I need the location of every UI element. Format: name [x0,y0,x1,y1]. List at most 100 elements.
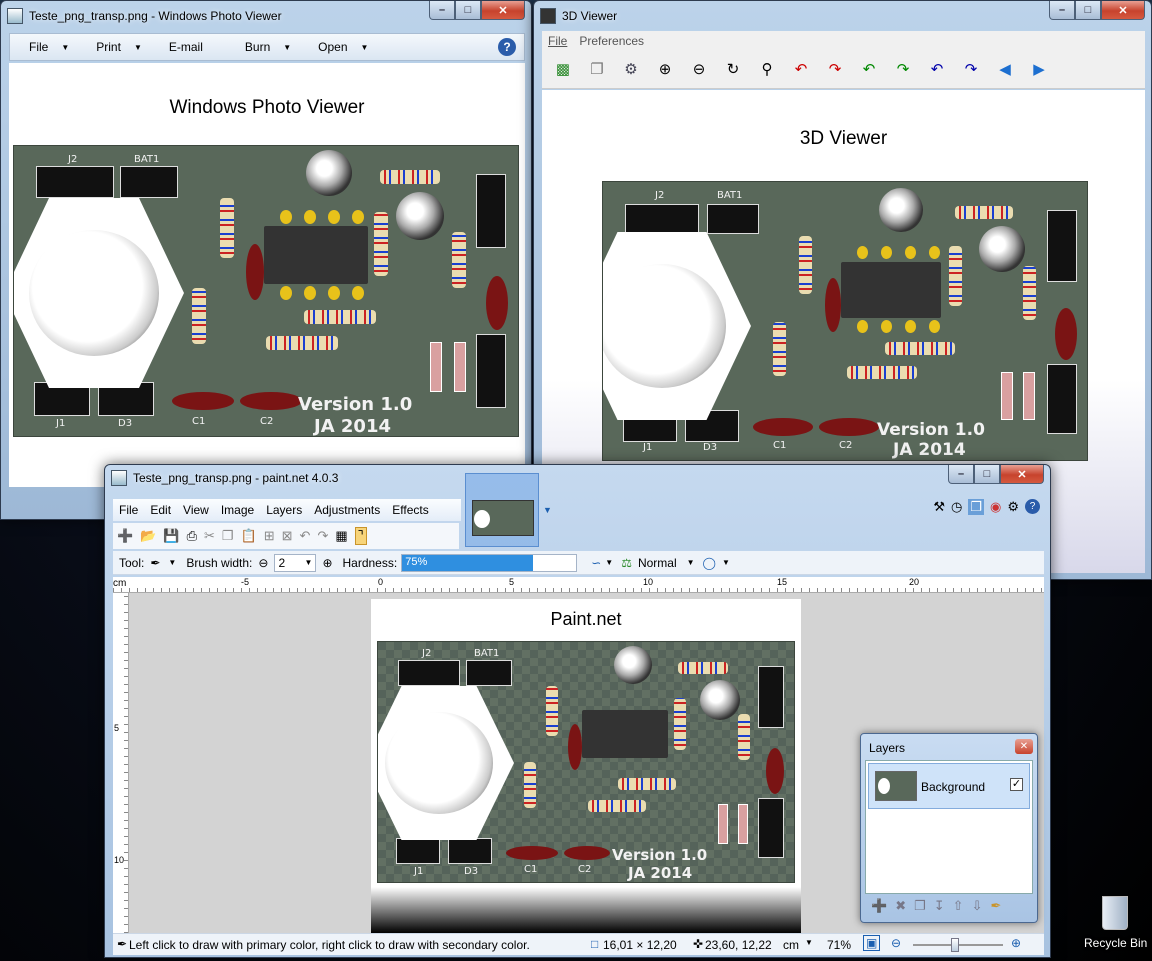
help-icon[interactable]: ? [498,38,516,56]
layer-row[interactable]: Background ✓ [868,763,1030,809]
deselect-icon[interactable]: ⊠ [282,528,293,544]
close-button[interactable]: ✕ [1015,739,1033,754]
redo-icon[interactable]: ↷ [317,528,328,544]
rotate-x-icon[interactable]: ↶ [789,59,813,81]
grid-icon[interactable]: ▦ [335,528,347,544]
decrement-icon[interactable]: ⊖ [258,556,268,570]
open-file-icon[interactable]: 📂 [140,528,156,544]
viewer3d-titlebar[interactable]: 3D Viewer – □ ✕ [534,1,1151,31]
increment-icon[interactable]: ⊕ [322,556,332,570]
zoom-out-icon[interactable]: ⊖ [687,59,711,81]
rotate-z-reverse-icon[interactable]: ↷ [959,59,983,81]
copy-icon[interactable]: ❐ [585,59,609,81]
zoom-slider-thumb[interactable] [951,938,959,952]
new-file-icon[interactable]: ➕ [117,528,133,544]
hardness-slider[interactable]: 75% [401,553,578,572]
v3d-menu-file[interactable]: File [542,34,573,48]
move-layer-up-icon[interactable]: ⇧ [953,898,964,914]
wpv-menu-email[interactable]: E-mail [156,40,216,54]
chevron-down-icon[interactable]: ▼ [605,558,613,567]
recycle-bin[interactable]: Recycle Bin [1080,894,1150,954]
tools-icon[interactable]: ⚒ [933,499,945,515]
close-button[interactable]: ✕ [481,1,525,20]
copy-icon[interactable]: ❐ [222,528,234,544]
colors-icon[interactable]: ◉ [990,499,1001,515]
refresh-icon[interactable]: ↻ [721,59,745,81]
rotate-x-reverse-icon[interactable]: ↷ [823,59,847,81]
zoom-in-icon[interactable]: ⊕ [653,59,677,81]
crop-icon[interactable]: ⊞ [264,528,275,544]
close-button[interactable]: ✕ [1101,1,1145,20]
rotate-z-icon[interactable]: ↶ [925,59,949,81]
close-button[interactable]: ✕ [1000,465,1044,484]
move-layer-down-icon[interactable]: ⇩ [972,898,983,914]
history-icon[interactable]: ◷ [951,499,962,515]
selection-mode-icon[interactable]: ◯ [703,556,716,570]
layers-icon[interactable]: ❐ [968,499,984,515]
zoom-out-icon[interactable]: ⊖ [891,936,901,950]
pdn-menu-effects[interactable]: Effects [386,503,434,517]
minimize-button[interactable]: – [948,465,974,484]
arrow-right-icon[interactable]: ▶ [1027,59,1051,81]
brush-width-field[interactable]: 2 ▼ [274,553,317,572]
rotate-y-reverse-icon[interactable]: ↷ [891,59,915,81]
wpv-menu-file[interactable]: File [16,40,61,54]
paintnet-titlebar[interactable]: Teste_png_transp.png - paint.net 4.0.3 –… [105,465,1050,491]
maximize-button[interactable]: □ [455,1,481,20]
minimize-button[interactable]: – [429,1,455,20]
merge-layer-down-icon[interactable]: ↧ [934,898,945,914]
undo-icon[interactable]: ↶ [300,528,311,544]
settings-icon[interactable]: ⚙ [1007,499,1019,515]
antialias-icon[interactable]: ∽ [591,556,601,570]
unit-selector[interactable]: cm [783,938,799,952]
help-icon[interactable]: ? [1025,499,1040,514]
chevron-down-icon[interactable]: ▼ [168,558,176,567]
zoom-slider[interactable] [913,938,1003,952]
zoom-in-icon[interactable]: ⊕ [1011,936,1021,950]
v3d-menu-preferences[interactable]: Preferences [573,34,650,48]
maximize-button[interactable]: □ [1075,1,1101,20]
paintbrush-icon[interactable]: ✒ [150,556,160,570]
rotate-y-icon[interactable]: ↶ [857,59,881,81]
cut-icon[interactable]: ✂ [204,528,215,544]
recycle-bin-label: Recycle Bin [1084,936,1148,950]
zoom-fit-icon[interactable]: ▣ [863,935,881,951]
pdn-menu-file[interactable]: File [113,503,144,517]
layers-panel[interactable]: Layers ✕ Background ✓ ➕ ✖ ❐ ↧ ⇧ ⇩ ✒ [860,733,1038,923]
image-canvas[interactable]: Paint.net J2 BAT1 C1 C2 J1 D3 Version 1.… [371,599,801,933]
add-layer-icon[interactable]: ➕ [871,898,887,914]
chevron-down-icon[interactable]: ▼ [805,938,813,947]
ruler-icon[interactable]: ⌝ [354,527,367,545]
arrow-left-icon[interactable]: ◀ [993,59,1017,81]
pdn-menu-image[interactable]: Image [215,503,260,517]
save-icon[interactable]: 💾 [163,528,179,544]
pdn-menu-layers[interactable]: Layers [260,503,308,517]
delete-layer-icon[interactable]: ✖ [895,898,906,914]
layer-properties-icon[interactable]: ✒ [990,898,1001,914]
minimize-button[interactable]: – [1049,1,1075,20]
chevron-down-icon[interactable]: ▼ [687,558,695,567]
print-icon[interactable]: ⎙ [187,528,197,544]
chevron-down-icon[interactable]: ▼ [722,558,730,567]
photo-viewer-window[interactable]: Teste_png_transp.png - Windows Photo Vie… [0,0,532,520]
layer-visibility-checkbox[interactable]: ✓ [1010,778,1023,791]
wpv-menu-burn[interactable]: Burn [232,40,283,54]
paste-icon[interactable]: 📋 [241,528,257,544]
tab-dropdown-icon[interactable]: ▼ [543,505,552,515]
image-tab-thumbnail[interactable] [465,473,539,547]
duplicate-layer-icon[interactable]: ❐ [914,898,926,914]
zoom-fit-icon[interactable]: ⚲ [755,59,779,81]
wpv-menu-print[interactable]: Print [83,40,134,54]
pdn-menu-view[interactable]: View [177,503,215,517]
blend-mode-value[interactable]: Normal [638,556,677,570]
settings-icon[interactable]: ⚙ [619,59,643,81]
photo-viewer-titlebar[interactable]: Teste_png_transp.png - Windows Photo Vie… [1,1,531,31]
ruler-tick-label: 0 [378,577,384,587]
zoom-level[interactable]: 71% [827,938,851,952]
pdn-menu-edit[interactable]: Edit [144,503,177,517]
pdn-menu-adjustments[interactable]: Adjustments [308,503,386,517]
board-icon[interactable]: ▩ [551,59,575,81]
wpv-menu-open[interactable]: Open [305,40,360,54]
maximize-button[interactable]: □ [974,465,1000,484]
chevron-down-icon[interactable]: ▼ [305,555,313,571]
